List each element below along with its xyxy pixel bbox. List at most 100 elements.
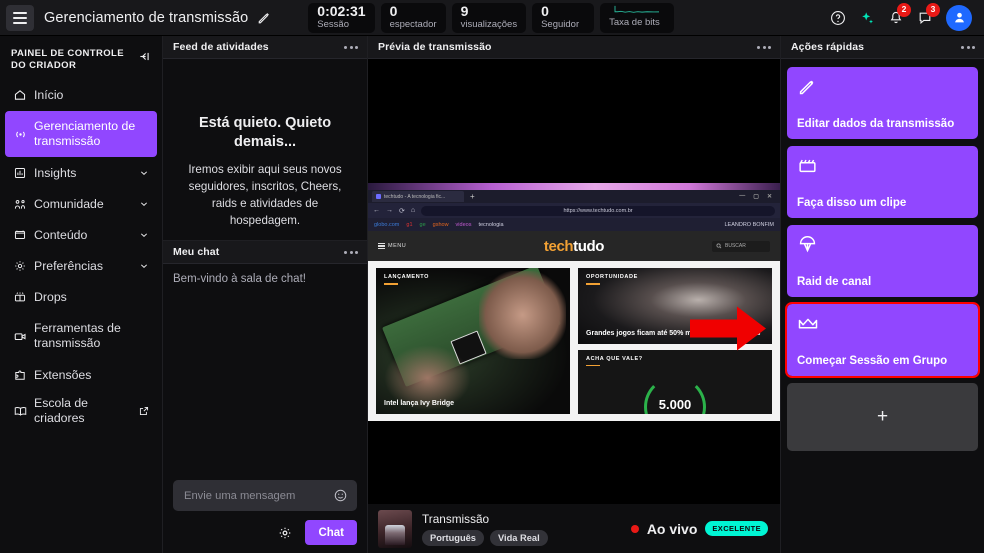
sidebar-item-label: Drops <box>34 289 67 304</box>
sidebar-item-label: Preferências <box>34 258 104 273</box>
sidebar-nav: Início Gerenciamento de transmissão Insi… <box>0 80 162 431</box>
stream-preview-header: Prévia de transmissão <box>368 36 780 59</box>
clip-icon <box>797 155 968 181</box>
sidebar-item-label: Conteúdo <box>34 227 88 242</box>
stream-tag-language[interactable]: Português <box>422 529 484 546</box>
browser-tab-bar: techtudo - A tecnologia fic... + — ▢ ✕ <box>368 190 780 203</box>
help-icon[interactable] <box>830 10 846 26</box>
send-chat-button[interactable]: Chat <box>305 520 357 545</box>
sidebar-item-label: Gerenciamento de transmissão <box>34 119 136 148</box>
new-tab-icon: + <box>470 192 475 201</box>
stat-bitrate: Taxa de bits <box>600 2 675 33</box>
bookmark-videos: videos <box>455 221 472 228</box>
whispers-icon[interactable]: 3 <box>917 2 940 26</box>
more-options-icon[interactable] <box>344 250 358 254</box>
stream-thumbnail <box>378 509 412 548</box>
more-options-icon[interactable] <box>757 45 771 49</box>
collapse-sidebar-icon[interactable] <box>133 48 154 69</box>
sidebar-item-escola-de-criadores[interactable]: Escola de criadores <box>5 391 157 431</box>
sidebar: PAINEL DE CONTROLE DO CRIADOR Início Ger… <box>0 36 163 553</box>
sidebar-item-ferramentas-de-transmissao[interactable]: Ferramentas de transmissão <box>5 313 157 359</box>
more-options-icon[interactable] <box>344 45 358 49</box>
stat-label: espectador <box>389 18 437 30</box>
stat-label: Sessão <box>317 18 349 30</box>
sidebar-item-drops[interactable]: Drops <box>5 282 157 312</box>
status-badge: EXCELENTE <box>705 521 768 536</box>
article-headline: 5.000 <box>658 397 692 412</box>
chat-footer: Chat <box>163 480 367 553</box>
forward-icon: → <box>386 207 393 214</box>
quick-action-label: Raid de canal <box>797 276 872 288</box>
pencil-icon <box>797 76 968 102</box>
quick-action-label: Editar dados da transmissão <box>797 118 955 130</box>
article-card-launch: LANÇAMENTO Intel lança Ivy Bridge <box>376 268 571 414</box>
stat-label: Taxa de bits <box>609 16 660 28</box>
stream-tag-category[interactable]: Vida Real <box>489 529 548 546</box>
stat-value: 0 <box>541 2 549 19</box>
empty-state-text: Iremos exibir aqui seus novos seguidores… <box>188 163 342 227</box>
sidebar-item-comunidade[interactable]: Comunidade <box>5 189 157 219</box>
desktop-wallpaper-strip <box>368 183 780 190</box>
chevron-down-icon[interactable] <box>138 229 150 241</box>
article-headline: Intel lança Ivy Bridge <box>384 400 455 407</box>
stream-info-bar: Transmissão Português Vida Real Ao vivo … <box>368 504 780 553</box>
article-kicker: ACHA QUE VALE? <box>586 356 643 367</box>
bookmark-ge: ge <box>419 221 426 228</box>
book-icon <box>13 404 32 419</box>
quick-action-edit-stream-info[interactable]: Editar dados da transmissão <box>787 67 978 139</box>
hamburger-icon[interactable] <box>6 4 34 31</box>
stream-preview-video[interactable]: techtudo - A tecnologia fic... + — ▢ ✕ ← →… <box>368 59 780 504</box>
drops-icon <box>13 290 32 304</box>
chat-input[interactable] <box>184 489 333 502</box>
browser-tab-title: techtudo - A tecnologia fic... <box>384 193 446 200</box>
chat-actions: Chat <box>173 520 357 545</box>
site-logo-left: tech <box>543 237 574 255</box>
chevron-down-icon[interactable] <box>138 260 150 272</box>
bell-icon[interactable]: 2 <box>888 2 911 26</box>
bookmark-tecnologia: tecnologia <box>478 221 504 228</box>
stat-followers: 0 Seguidor <box>532 2 595 33</box>
activity-feed-empty-state: Está quieto. Quieto demais... Iremos exi… <box>163 59 367 240</box>
captured-browser-window: techtudo - A tecnologia fic... + — ▢ ✕ ← →… <box>368 183 780 421</box>
more-options-icon[interactable] <box>961 45 975 49</box>
stat-value: 9 <box>460 2 469 19</box>
notification-badge: 2 <box>897 2 911 17</box>
browser-tab: techtudo - A tecnologia fic... <box>372 191 464 202</box>
whispers-badge: 3 <box>926 2 940 17</box>
home-icon <box>13 88 32 102</box>
chevron-down-icon[interactable] <box>138 198 150 210</box>
stream-preview-column: Prévia de transmissão techtudo - A tecno… <box>368 36 781 553</box>
sidebar-item-gerenciamento-de-transmissao[interactable]: Gerenciamento de transmissão <box>5 111 157 157</box>
extensions-icon <box>13 368 32 382</box>
crown-icon <box>797 313 968 340</box>
sidebar-item-label: Início <box>34 87 64 102</box>
gear-icon <box>13 259 32 273</box>
stat-viewers: 0 espectador <box>380 2 446 33</box>
top-bar: Gerenciamento de transmissão 0:02:31 Ses… <box>0 0 984 36</box>
sidebar-header: PAINEL DE CONTROLE DO CRIADOR <box>0 42 162 80</box>
gear-icon[interactable] <box>277 525 293 541</box>
quick-action-start-squad-stream[interactable]: Começar Sessão em Grupo <box>785 302 980 378</box>
sparkle-icon[interactable] <box>859 10 875 26</box>
sidebar-item-extensoes[interactable]: Extensões <box>5 360 157 390</box>
stream-title: Transmissão <box>422 511 490 526</box>
sidebar-item-conteudo[interactable]: Conteúdo <box>5 220 157 250</box>
chat-header: Meu chat <box>163 241 367 264</box>
chevron-down-icon[interactable] <box>138 167 150 179</box>
quick-action-raid-channel[interactable]: Raid de canal <box>787 225 978 297</box>
sidebar-item-preferencias[interactable]: Preferências <box>5 251 157 281</box>
quick-action-create-clip[interactable]: Faça disso um clipe <box>787 146 978 218</box>
sparkline-chart <box>614 5 660 13</box>
sidebar-item-insights[interactable]: Insights <box>5 158 157 188</box>
emoji-icon[interactable] <box>333 488 348 503</box>
article-kicker: OPORTUNIDADE <box>586 274 638 285</box>
chat-input-wrapper[interactable] <box>173 480 357 511</box>
sidebar-item-inicio[interactable]: Início <box>5 80 157 110</box>
avatar[interactable] <box>946 4 972 31</box>
stat-value: 0:02:31 <box>317 2 366 19</box>
site-navbar: MENU techtudo BUSCAR <box>368 231 780 261</box>
activity-and-chat-column: Feed de atividades Está quieto. Quieto d… <box>163 36 368 553</box>
camera-icon <box>13 329 32 344</box>
add-quick-action-button[interactable]: + <box>787 383 978 451</box>
pencil-icon[interactable] <box>257 10 272 25</box>
